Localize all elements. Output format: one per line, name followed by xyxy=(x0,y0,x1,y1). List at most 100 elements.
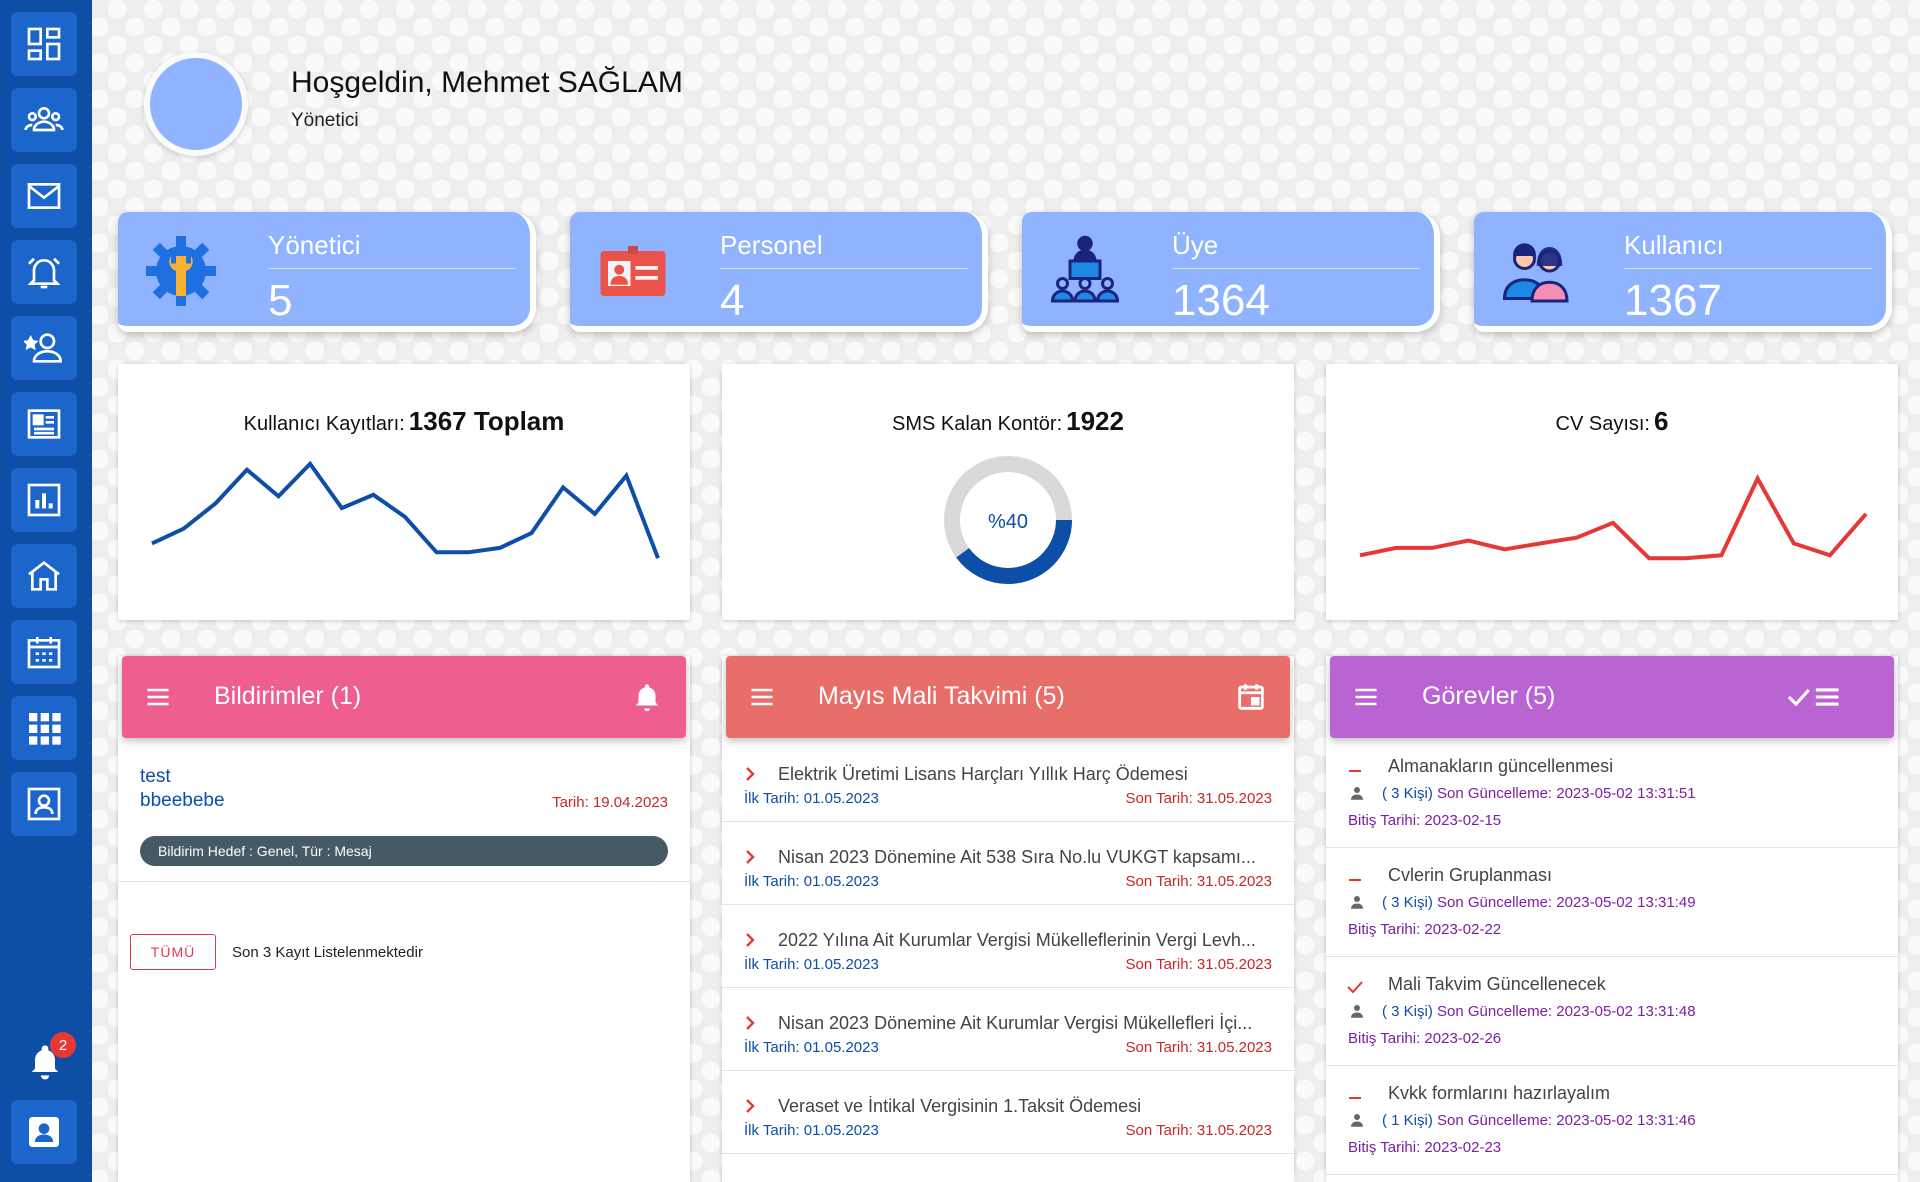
tasks-card: Görevler (5) Almanakların güncellenmesi (… xyxy=(1326,656,1898,1182)
settings-wrench-icon xyxy=(140,230,222,312)
sidebar-item-reports[interactable] xyxy=(11,468,77,532)
checklist-icon[interactable] xyxy=(1784,680,1842,714)
calendar-item-start: İlk Tarih: 01.05.2023 xyxy=(744,1122,879,1139)
sidebar-item-home[interactable] xyxy=(11,544,77,608)
stat-card-kullanici[interactable]: Kullanıcı 1367 xyxy=(1474,212,1892,332)
notification-badge: 2 xyxy=(50,1032,76,1058)
donut-percent-label: %40 xyxy=(988,511,1028,533)
stat-card-yonetici[interactable]: Yönetici 5 xyxy=(118,212,536,332)
registrations-line-chart xyxy=(151,460,660,559)
sidebar-item-contacts[interactable] xyxy=(11,772,77,836)
notification-date: Tarih: 19.04.2023 xyxy=(552,794,668,811)
list-item[interactable]: Almanakların güncellenmesi ( 3 Kişi) Son … xyxy=(1326,738,1898,847)
sidebar-item-calendar[interactable] xyxy=(11,620,77,684)
sidebar: 2 xyxy=(0,0,92,1182)
sms-donut-chart: %40 xyxy=(944,456,1072,584)
menu-icon[interactable] xyxy=(748,683,776,711)
notifications-card: Bildirimler (1) test bbeebebe Tarih: 19.… xyxy=(118,656,690,1182)
calendar-title: Mayıs Mali Takvimi (5) xyxy=(818,682,1065,710)
list-item[interactable]: Elektrik Üretimi Lisans Harçları Yıllık … xyxy=(722,738,1294,821)
chevron-right-icon xyxy=(746,767,755,781)
task-title: Mali Takvim Güncellenecek xyxy=(1388,974,1606,994)
divider xyxy=(1172,268,1420,269)
task-due-date: Bitiş Tarihi: 2023-02-26 xyxy=(1348,1030,1502,1047)
registrations-chart-card: Kullanıcı Kayıtları: 1367 Toplam xyxy=(118,364,690,620)
id-card-icon xyxy=(592,230,674,312)
presenter-icon xyxy=(1044,230,1126,312)
sidebar-item-mail[interactable] xyxy=(11,164,77,228)
stat-label: Üye xyxy=(1172,230,1219,260)
sidebar-item-profile[interactable] xyxy=(11,1100,77,1164)
menu-icon[interactable] xyxy=(1352,683,1380,711)
minus-icon xyxy=(1349,879,1361,881)
list-item[interactable]: Cvlerin Gruplanması ( 3 Kişi) Son Güncell… xyxy=(1326,847,1898,956)
tasks-header: Görevler (5) xyxy=(1330,656,1894,738)
task-due-date: Bitiş Tarihi: 2023-02-22 xyxy=(1348,921,1502,938)
series-line xyxy=(151,460,660,559)
list-item[interactable]: Nisan 2023 Dönemine Ait 538 Sıra No.lu V… xyxy=(722,821,1294,904)
calendar-event-icon[interactable] xyxy=(1234,680,1268,714)
newspaper-icon xyxy=(27,409,61,439)
chevron-right-icon xyxy=(746,850,755,864)
add-person-icon xyxy=(24,333,63,363)
users-group-icon xyxy=(24,107,64,132)
person-icon xyxy=(1351,1005,1363,1018)
calendar-icon xyxy=(27,637,61,669)
home-icon xyxy=(28,560,60,591)
chevron-right-icon xyxy=(746,933,755,947)
list-item[interactable]: Nisan 2023 Dönemine Ait Kurumlar Vergisi… xyxy=(722,987,1294,1070)
person-icon xyxy=(1351,896,1363,909)
calendar-item-start: İlk Tarih: 01.05.2023 xyxy=(744,790,879,807)
task-assignee-count: ( 3 Kişi) xyxy=(1382,894,1433,911)
list-item[interactable]: Mali Takvim Güncellenecek ( 3 Kişi) Son G… xyxy=(1326,956,1898,1065)
divider xyxy=(268,268,516,269)
calendar-item-start: İlk Tarih: 01.05.2023 xyxy=(744,873,879,890)
mail-icon xyxy=(27,183,61,209)
bar-chart-icon xyxy=(27,483,61,517)
minus-icon xyxy=(1349,1097,1361,1099)
notifications-title: Bildirimler (1) xyxy=(214,682,362,710)
task-meta: ( 3 Kişi) Son Güncelleme: 2023-05-02 13:… xyxy=(1382,785,1696,802)
task-assignee-count: ( 3 Kişi) xyxy=(1382,785,1433,802)
fiscal-calendar-card: Mayıs Mali Takvimi (5) Elektrik Üretimi … xyxy=(722,656,1294,1182)
person-icon xyxy=(1351,1114,1363,1127)
notification-title[interactable]: test xyxy=(140,766,171,788)
avatar[interactable] xyxy=(144,52,248,156)
list-item[interactable]: Kvkk formlarını hazırlayalım ( 1 Kişi) So… xyxy=(1326,1065,1898,1174)
list-note: Son 3 Kayıt Listelenmektedir xyxy=(232,944,423,961)
all-notifications-button[interactable]: TÜMÜ xyxy=(130,934,216,970)
sidebar-item-alarm[interactable] xyxy=(11,240,77,304)
calendar-item-start: İlk Tarih: 01.05.2023 xyxy=(744,956,879,973)
divider xyxy=(118,881,690,882)
sidebar-item-dashboard[interactable] xyxy=(11,12,77,76)
stat-card-personel[interactable]: Personel 4 xyxy=(570,212,988,332)
divider xyxy=(1624,268,1872,269)
list-item[interactable]: 2022 Yılına Ait Kurumlar Vergisi Mükelle… xyxy=(722,904,1294,987)
alarm-icon xyxy=(27,257,61,289)
list-item[interactable]: Veraset ve İntikal Vergisinin 1.Taksit Ö… xyxy=(722,1070,1294,1153)
task-meta: ( 3 Kişi) Son Güncelleme: 2023-05-02 13:… xyxy=(1382,894,1696,911)
calendar-item-title: Veraset ve İntikal Vergisinin 1.Taksit Ö… xyxy=(778,1096,1142,1116)
task-meta: ( 1 Kişi) Son Güncelleme: 2023-05-02 13:… xyxy=(1382,1112,1696,1129)
sidebar-item-add-person[interactable] xyxy=(11,316,77,380)
bell-icon[interactable] xyxy=(630,680,664,714)
users-pair-icon xyxy=(1496,230,1578,312)
sidebar-item-apps[interactable] xyxy=(11,696,77,760)
calendar-item-start: İlk Tarih: 01.05.2023 xyxy=(744,1039,879,1056)
check-icon xyxy=(1347,981,1363,994)
sidebar-item-news[interactable] xyxy=(11,392,77,456)
notification-target-pill: Bildirim Hedef : Genel, Tür : Mesaj xyxy=(140,836,668,866)
apps-grid-icon xyxy=(29,713,61,745)
dashboard-icon xyxy=(27,27,61,61)
sms-chart-card: SMS Kalan Kontör: 1922 %40 xyxy=(722,364,1294,620)
stat-card-uye[interactable]: Üye 1364 xyxy=(1022,212,1440,332)
cv-chart-card: CV Sayısı: 6 xyxy=(1326,364,1898,620)
menu-icon[interactable] xyxy=(144,683,172,711)
task-due-date: Bitiş Tarihi: 2023-02-15 xyxy=(1348,812,1502,829)
tasks-title: Görevler (5) xyxy=(1422,682,1556,710)
task-updated: Son Güncelleme: 2023-05-02 13:31:49 xyxy=(1437,894,1696,911)
cv-line-chart xyxy=(1359,474,1868,561)
calendar-item-title: Elektrik Üretimi Lisans Harçları Yıllık … xyxy=(778,764,1188,784)
calendar-item-end: Son Tarih: 31.05.2023 xyxy=(1125,1039,1272,1056)
sidebar-item-groups[interactable] xyxy=(11,88,77,152)
